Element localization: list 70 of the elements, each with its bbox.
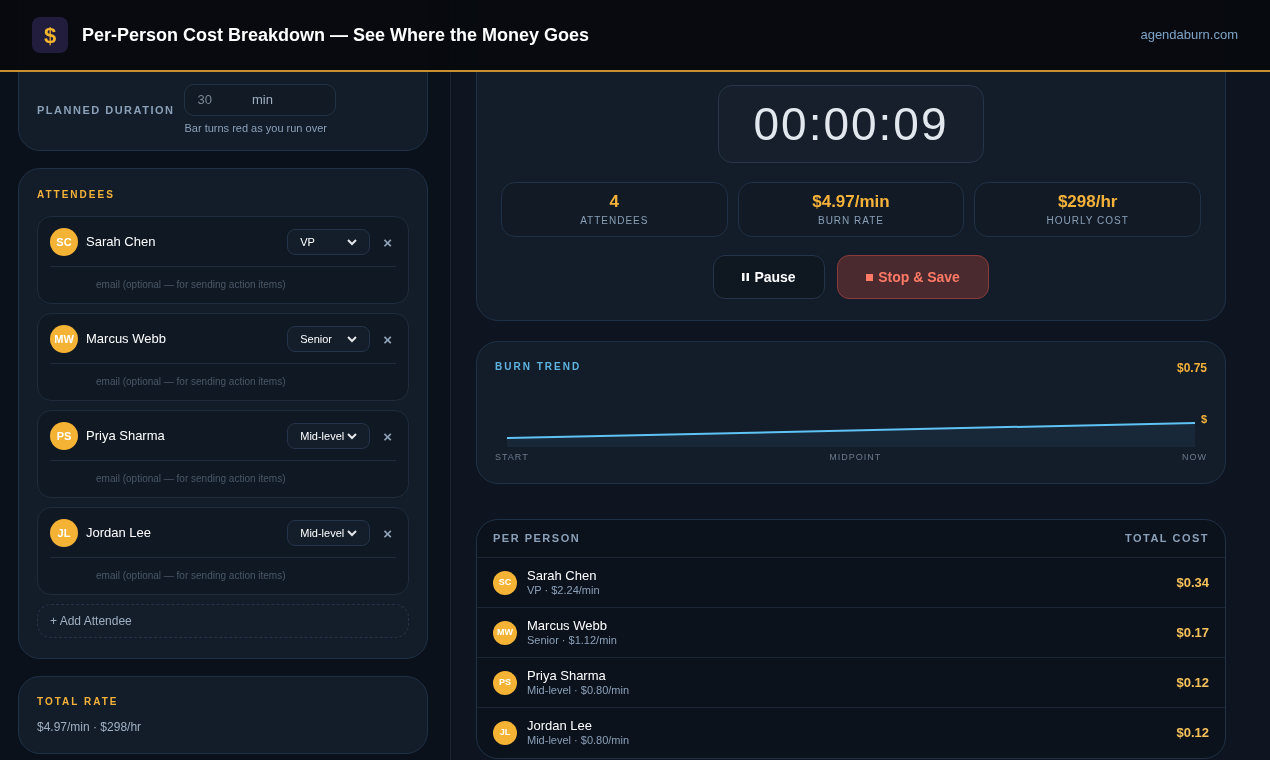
avatar: MW	[493, 620, 517, 645]
stop-save-button[interactable]: Stop & Save	[837, 255, 989, 299]
pause-button[interactable]: Pause	[713, 255, 825, 299]
avatar: PS	[50, 422, 78, 450]
role-select[interactable]: VP	[287, 229, 371, 255]
role-select[interactable]: Mid-level	[287, 520, 371, 546]
stat-value: 4	[609, 191, 620, 213]
chevron-down-icon	[347, 432, 358, 440]
add-attendee-button[interactable]: + Add Attendee	[37, 604, 409, 638]
timer-display: 00:00:09	[718, 85, 984, 163]
chart-title: BURN TREND	[495, 360, 582, 374]
unit-label: min	[251, 91, 273, 110]
avatar: MW	[50, 325, 78, 353]
person-cost: $0.12	[1176, 724, 1209, 743]
person-rate: Senior · $1.12/min	[527, 633, 617, 648]
person-name: Marcus Webb	[527, 617, 608, 634]
chevron-down-icon	[347, 529, 358, 537]
person-rate: VP · $2.24/min	[527, 583, 600, 598]
person-rate: Mid-level · $0.80/min	[527, 734, 630, 748]
role-select[interactable]: Mid-level	[287, 423, 371, 449]
attendee-name: Marcus Webb	[86, 330, 166, 349]
remove-button[interactable]: ×	[383, 331, 392, 347]
avatar: SC	[50, 228, 78, 256]
stat-value: $4.97/min	[812, 191, 890, 213]
person-cost: $0.12	[1176, 673, 1209, 692]
remove-button[interactable]: ×	[383, 525, 392, 541]
chart-value: $0.75	[1176, 360, 1207, 377]
person-name: Jordan Lee	[527, 718, 594, 735]
total-rate-value: $4.97/min · $298/hr	[37, 719, 143, 736]
person-cost: $0.34	[1176, 573, 1209, 592]
section-title: TOTAL RATE	[37, 695, 120, 709]
person-name: Priya Sharma	[527, 667, 607, 684]
email-field[interactable]: email (optional — for sending action items)	[96, 471, 396, 486]
column-header: TOTAL COST	[1124, 531, 1209, 547]
axis-label: START	[495, 451, 529, 464]
marker-icon: $	[1200, 414, 1207, 425]
person-name: Sarah Chen	[527, 567, 598, 584]
attendee-name: Jordan Lee	[86, 524, 152, 543]
avatar: PS	[493, 670, 517, 695]
email-field[interactable]: email (optional — for sending action items)	[96, 277, 396, 292]
field-label: PLANNED DURATION	[37, 103, 175, 118]
stat-label: HOURLY COST	[1046, 213, 1129, 228]
duration-field[interactable]: 30 min	[184, 84, 337, 116]
person-rate: Mid-level · $0.80/min	[527, 683, 630, 698]
stat-label: ATTENDEES	[580, 213, 649, 228]
stop-icon	[866, 273, 874, 281]
axis-label: NOW	[1182, 451, 1207, 464]
page-title: Per-Person Cost Breakdown — See Where the Money Goes	[82, 23, 590, 47]
avatar: JL	[50, 519, 78, 547]
email-field[interactable]: email (optional — for sending action items)	[96, 568, 396, 583]
remove-button[interactable]: ×	[383, 428, 392, 444]
section-title: ATTENDEES	[37, 188, 116, 202]
avatar: SC	[493, 570, 517, 595]
avatar: JL	[493, 721, 517, 745]
stat-value: $298/hr	[1057, 191, 1118, 213]
chevron-down-icon	[347, 335, 358, 343]
column-header: PER PERSON	[493, 531, 581, 547]
person-cost: $0.17	[1176, 623, 1209, 642]
attendee-name: Sarah Chen	[86, 233, 156, 252]
logo-icon: $	[32, 17, 68, 53]
chevron-down-icon	[347, 238, 358, 246]
remove-button[interactable]: ×	[383, 234, 392, 250]
stat-label: BURN RATE	[817, 213, 884, 228]
attendee-name: Priya Sharma	[86, 427, 165, 446]
role-select[interactable]: Senior	[287, 326, 371, 352]
hint-text: Bar turns red as you run over	[184, 121, 328, 136]
email-field[interactable]: email (optional — for sending action items)	[96, 374, 396, 389]
site-link[interactable]: agendaburn.com	[1140, 25, 1238, 45]
axis-label: MIDPOINT	[829, 451, 882, 464]
pause-icon	[742, 273, 750, 281]
